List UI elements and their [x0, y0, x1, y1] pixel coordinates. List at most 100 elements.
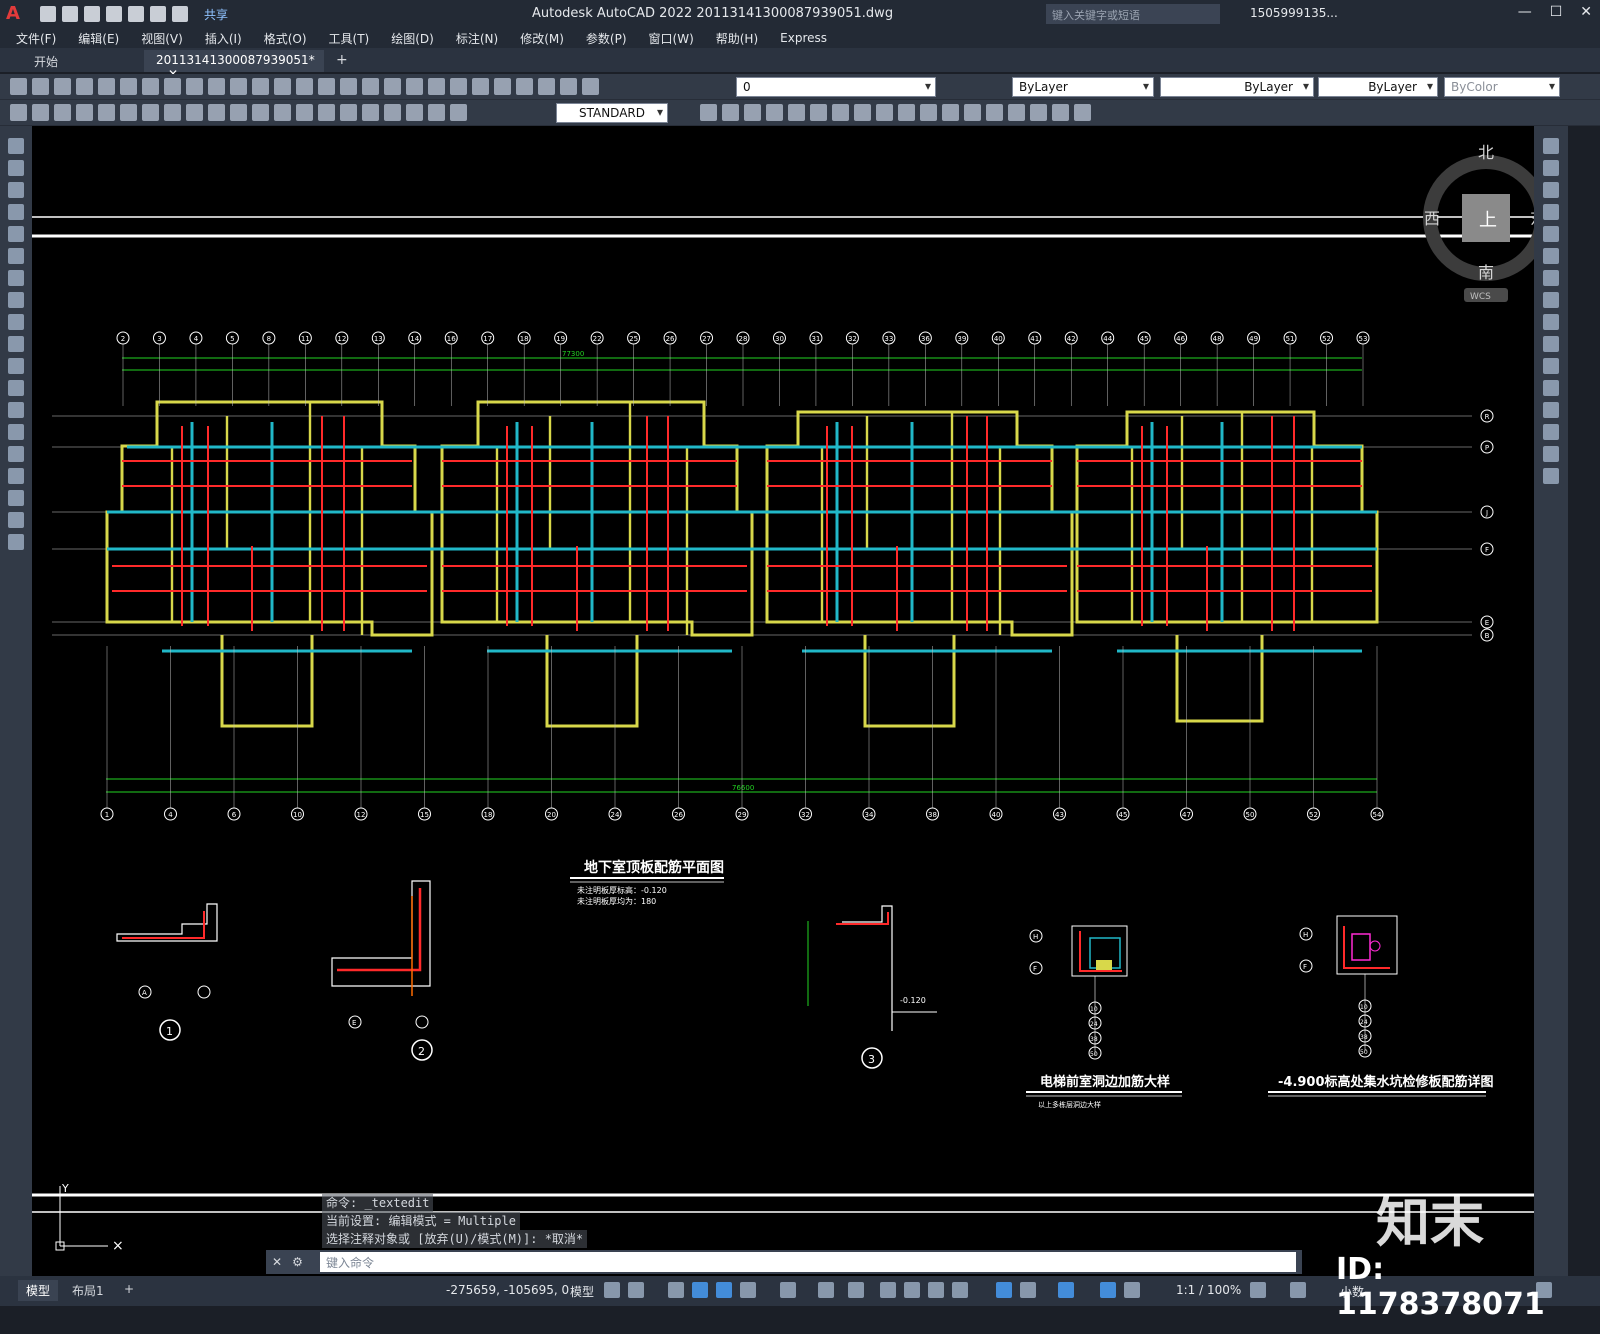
- join-tool-icon[interactable]: [1543, 402, 1559, 418]
- rotate-icon[interactable]: [832, 104, 849, 121]
- chamfer-tool-icon[interactable]: [1543, 424, 1559, 440]
- ellipse-arc-icon[interactable]: [8, 358, 24, 374]
- point-icon[interactable]: [8, 424, 24, 440]
- quick-dim-icon[interactable]: [186, 104, 203, 121]
- object-snap-icon[interactable]: [848, 1282, 864, 1298]
- user-account[interactable]: 1505999135...: [1250, 6, 1338, 20]
- model-space-button[interactable]: 模型: [570, 1283, 594, 1300]
- copy-icon[interactable]: [164, 78, 181, 95]
- viewcube-north[interactable]: 北: [1478, 143, 1494, 162]
- open-icon[interactable]: [32, 78, 49, 95]
- move-tool-icon[interactable]: [1543, 248, 1559, 264]
- join-icon[interactable]: [964, 104, 981, 121]
- hatch-icon[interactable]: [8, 446, 24, 462]
- erase-tool-icon[interactable]: [1543, 138, 1559, 154]
- tab-layout1[interactable]: 布局1: [64, 1280, 112, 1301]
- dim-text-edit-icon[interactable]: [406, 104, 423, 121]
- break-tool-icon[interactable]: [1543, 380, 1559, 396]
- menu-parametric[interactable]: 参数(P): [586, 30, 627, 47]
- lineweight-icon[interactable]: [880, 1282, 896, 1298]
- sun-icon[interactable]: [582, 78, 599, 95]
- copy-tool-icon[interactable]: [1543, 160, 1559, 176]
- add-layout-button[interactable]: +: [116, 1280, 142, 1298]
- trim-icon[interactable]: [898, 104, 915, 121]
- viewcube-south[interactable]: 南: [1478, 263, 1494, 282]
- radius-icon[interactable]: [98, 104, 115, 121]
- cut-icon[interactable]: [142, 78, 159, 95]
- rotate-tool-icon[interactable]: [1543, 270, 1559, 286]
- polyline-icon[interactable]: [8, 182, 24, 198]
- menu-insert[interactable]: 插入(I): [205, 30, 242, 47]
- line-icon[interactable]: [8, 138, 24, 154]
- stretch-tool-icon[interactable]: [1543, 314, 1559, 330]
- tool-palettes-icon[interactable]: [406, 78, 423, 95]
- mirror-icon[interactable]: [744, 104, 761, 121]
- calculator-icon[interactable]: [472, 78, 489, 95]
- linear-dim-icon[interactable]: [10, 104, 27, 121]
- ellipse-icon[interactable]: [8, 336, 24, 352]
- zoom-window-icon[interactable]: [318, 78, 335, 95]
- scale-tool-icon[interactable]: [1543, 292, 1559, 308]
- object-snap-tracking-icon[interactable]: [818, 1282, 834, 1298]
- explode-tool-icon[interactable]: [1543, 468, 1559, 484]
- fillet-icon[interactable]: [1008, 104, 1025, 121]
- viewcube-wcs[interactable]: WCS: [1470, 292, 1491, 302]
- menu-help[interactable]: 帮助(H): [716, 30, 758, 47]
- new-tab-button[interactable]: +: [336, 52, 348, 68]
- diameter-icon[interactable]: [142, 104, 159, 121]
- print-icon[interactable]: [76, 78, 93, 95]
- offset-icon[interactable]: [766, 104, 783, 121]
- menu-file[interactable]: 文件(F): [16, 30, 56, 47]
- markup-icon[interactable]: [450, 78, 467, 95]
- preview-icon[interactable]: [98, 78, 115, 95]
- multiline-text-icon[interactable]: [8, 534, 24, 550]
- coordinate-readout[interactable]: -275659, -105695, 0: [446, 1283, 569, 1297]
- save-as-icon[interactable]: [106, 6, 122, 22]
- paste-icon[interactable]: [186, 78, 203, 95]
- menu-express[interactable]: Express: [780, 31, 827, 45]
- baseline-icon[interactable]: [208, 104, 225, 121]
- scale-icon[interactable]: [854, 104, 871, 121]
- command-input[interactable]: 键入命令: [320, 1252, 1296, 1272]
- infer-constraints-icon[interactable]: [668, 1282, 684, 1298]
- snap-icon[interactable]: [628, 1282, 644, 1298]
- chamfer-icon[interactable]: [986, 104, 1003, 121]
- selection-filter-icon[interactable]: [1020, 1282, 1036, 1298]
- extend-icon[interactable]: [920, 104, 937, 121]
- annotation-monitor-icon[interactable]: [1290, 1282, 1306, 1298]
- layer-properties-icon[interactable]: [516, 78, 533, 95]
- insert-block-icon[interactable]: [8, 380, 24, 396]
- menu-edit[interactable]: 编辑(E): [78, 30, 119, 47]
- construction-line-icon[interactable]: [8, 160, 24, 176]
- table-icon[interactable]: [8, 512, 24, 528]
- minimize-button[interactable]: —: [1518, 4, 1532, 20]
- block-icon[interactable]: [1052, 104, 1069, 121]
- ortho-icon[interactable]: [716, 1282, 732, 1298]
- region-icon[interactable]: [8, 490, 24, 506]
- move-icon[interactable]: [810, 104, 827, 121]
- close-button[interactable]: ✕: [1580, 4, 1592, 20]
- copy-object-icon[interactable]: [722, 104, 739, 121]
- design-center-icon[interactable]: [384, 78, 401, 95]
- layer-dropdown[interactable]: 0: [736, 77, 936, 97]
- fillet-tool-icon[interactable]: [1543, 446, 1559, 462]
- redo-icon[interactable]: [172, 6, 188, 22]
- polygon-icon[interactable]: [8, 204, 24, 220]
- menu-draw[interactable]: 绘图(D): [391, 30, 434, 47]
- make-block-icon[interactable]: [8, 402, 24, 418]
- inspect-icon[interactable]: [340, 104, 357, 121]
- help-search-input[interactable]: 键入关键字或短语: [1046, 4, 1220, 24]
- new-icon[interactable]: [10, 78, 27, 95]
- annotation-scale[interactable]: 1:1 / 100%: [1176, 1283, 1241, 1297]
- menu-modify[interactable]: 修改(M): [520, 30, 564, 47]
- menu-tools[interactable]: 工具(T): [329, 30, 370, 47]
- center-mark-icon[interactable]: [318, 104, 335, 121]
- linetype-dropdown[interactable]: ByLayer: [1160, 77, 1314, 97]
- maximize-button[interactable]: ☐: [1550, 4, 1563, 20]
- jogged-icon[interactable]: [120, 104, 137, 121]
- help-icon[interactable]: [494, 78, 511, 95]
- arc-length-icon[interactable]: [54, 104, 71, 121]
- space-icon[interactable]: [252, 104, 269, 121]
- undo-icon[interactable]: [230, 78, 247, 95]
- grid-icon[interactable]: [604, 1282, 620, 1298]
